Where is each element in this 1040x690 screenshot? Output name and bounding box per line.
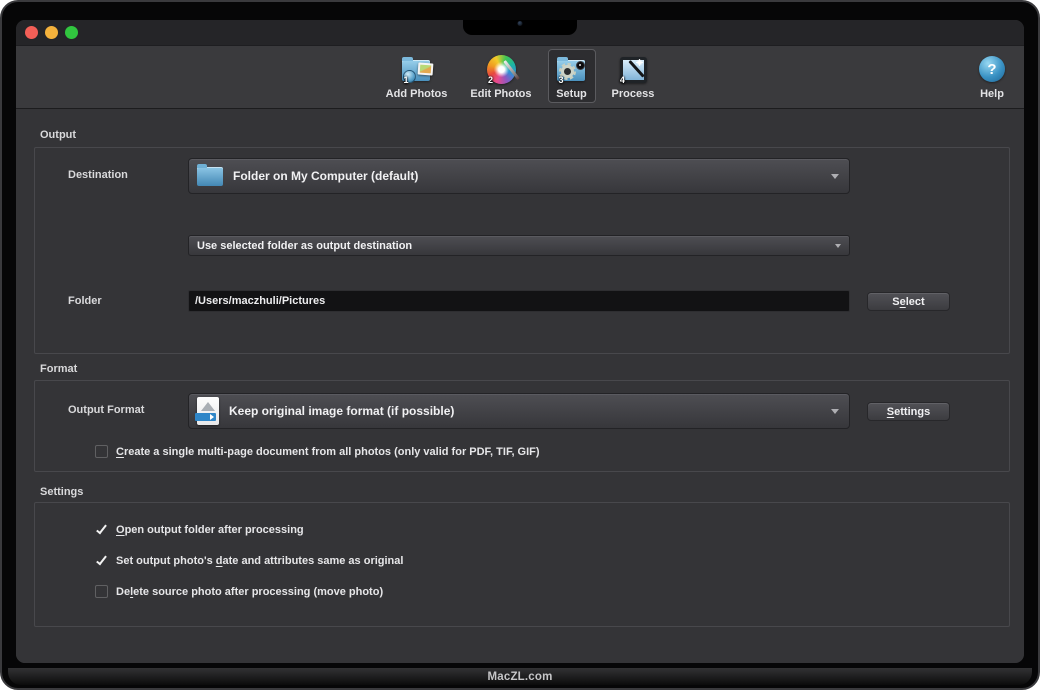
edit-photos-icon: 2	[484, 53, 518, 87]
chevron-down-icon	[831, 409, 839, 414]
brand-text: MacZL.com	[487, 671, 552, 683]
toolbar-items: 1 Add Photos 2 Edit Photos	[16, 49, 1024, 103]
open-folder-checkbox[interactable]	[95, 523, 108, 536]
toolbar-item-label: Edit Photos	[470, 88, 531, 100]
format-groupbox: Output Format Keep original image format…	[34, 380, 1010, 472]
close-button[interactable]	[25, 26, 38, 39]
laptop-chin: MacZL.com	[8, 668, 1032, 685]
traffic-lights	[25, 26, 78, 39]
add-photos-icon: 1	[400, 53, 434, 87]
process-icon: 4	[616, 53, 650, 87]
main-toolbar: 1 Add Photos 2 Edit Photos	[16, 46, 1024, 109]
laptop-frame: 1 Add Photos 2 Edit Photos	[0, 0, 1040, 690]
section-title-settings: Settings	[40, 486, 83, 498]
keep-date-checkbox-label: Set output photo's date and attributes s…	[116, 555, 403, 567]
destination-label: Destination	[68, 169, 128, 181]
minimize-button[interactable]	[45, 26, 58, 39]
checkmark-icon	[96, 554, 107, 566]
toolbar-item-label: Help	[980, 88, 1004, 100]
step-badge: 2	[488, 75, 493, 85]
checkmark-icon	[96, 523, 107, 535]
document-format-icon	[197, 397, 219, 425]
toolbar-item-label: Add Photos	[386, 88, 448, 100]
folder-label: Folder	[68, 295, 102, 307]
open-folder-checkbox-label: Open output folder after processing	[116, 524, 304, 536]
section-title-format: Format	[40, 363, 77, 375]
toolbar-item-add-photos[interactable]: 1 Add Photos	[379, 49, 455, 103]
multipage-checkbox[interactable]	[95, 445, 108, 458]
toolbar-item-edit-photos[interactable]: 2 Edit Photos	[463, 49, 538, 103]
chevron-down-icon	[835, 244, 841, 248]
output-format-value: Keep original image format (if possible)	[229, 404, 454, 418]
delete-source-checkbox-label: Delete source photo after processing (mo…	[116, 586, 383, 598]
select-folder-button[interactable]: Select	[867, 292, 950, 311]
open-folder-checkbox-row[interactable]: Open output folder after processing	[95, 523, 304, 536]
section-title-output: Output	[40, 129, 76, 141]
output-mode-value: Use selected folder as output destinatio…	[197, 240, 412, 252]
blue-folder-icon	[197, 167, 223, 186]
toolbar-item-label: Process	[612, 88, 655, 100]
zoom-button[interactable]	[65, 26, 78, 39]
app-window: 1 Add Photos 2 Edit Photos	[16, 20, 1024, 663]
toolbar-item-label: Setup	[556, 88, 587, 100]
keep-date-checkbox[interactable]	[95, 554, 108, 567]
output-format-label: Output Format	[68, 404, 144, 416]
setup-panel: Output Destination Folder on My Computer…	[16, 109, 1024, 663]
step-badge: 1	[404, 75, 409, 85]
macbook-mockup: 1 Add Photos 2 Edit Photos	[0, 0, 1040, 690]
toolbar-item-process[interactable]: 4 Process	[605, 49, 662, 103]
output-groupbox: Destination Folder on My Computer (defau…	[34, 147, 1010, 354]
settings-groupbox: Open output folder after processing Set …	[34, 502, 1010, 627]
output-mode-dropdown[interactable]: Use selected folder as output destinatio…	[188, 235, 850, 256]
toolbar-item-setup[interactable]: 3 Setup	[548, 49, 596, 103]
multipage-checkbox-row[interactable]: Create a single multi-page document from…	[95, 445, 540, 458]
step-badge: 4	[620, 75, 625, 85]
multipage-checkbox-label: Create a single multi-page document from…	[116, 446, 540, 458]
format-settings-button[interactable]: Settings	[867, 402, 950, 421]
keep-date-checkbox-row[interactable]: Set output photo's date and attributes s…	[95, 554, 403, 567]
toolbar-item-help[interactable]: ? Help	[968, 49, 1016, 103]
destination-value: Folder on My Computer (default)	[233, 169, 418, 183]
delete-source-checkbox-row[interactable]: Delete source photo after processing (mo…	[95, 585, 383, 598]
step-badge: 3	[559, 75, 564, 85]
destination-dropdown[interactable]: Folder on My Computer (default)	[188, 158, 850, 194]
setup-icon: 3	[555, 53, 589, 87]
chevron-down-icon	[831, 174, 839, 179]
camera-icon	[518, 21, 523, 26]
display-notch	[463, 20, 577, 35]
help-icon: ?	[975, 53, 1009, 87]
delete-source-checkbox[interactable]	[95, 585, 108, 598]
output-format-dropdown[interactable]: Keep original image format (if possible)	[188, 393, 850, 429]
folder-path-input[interactable]	[188, 290, 850, 312]
